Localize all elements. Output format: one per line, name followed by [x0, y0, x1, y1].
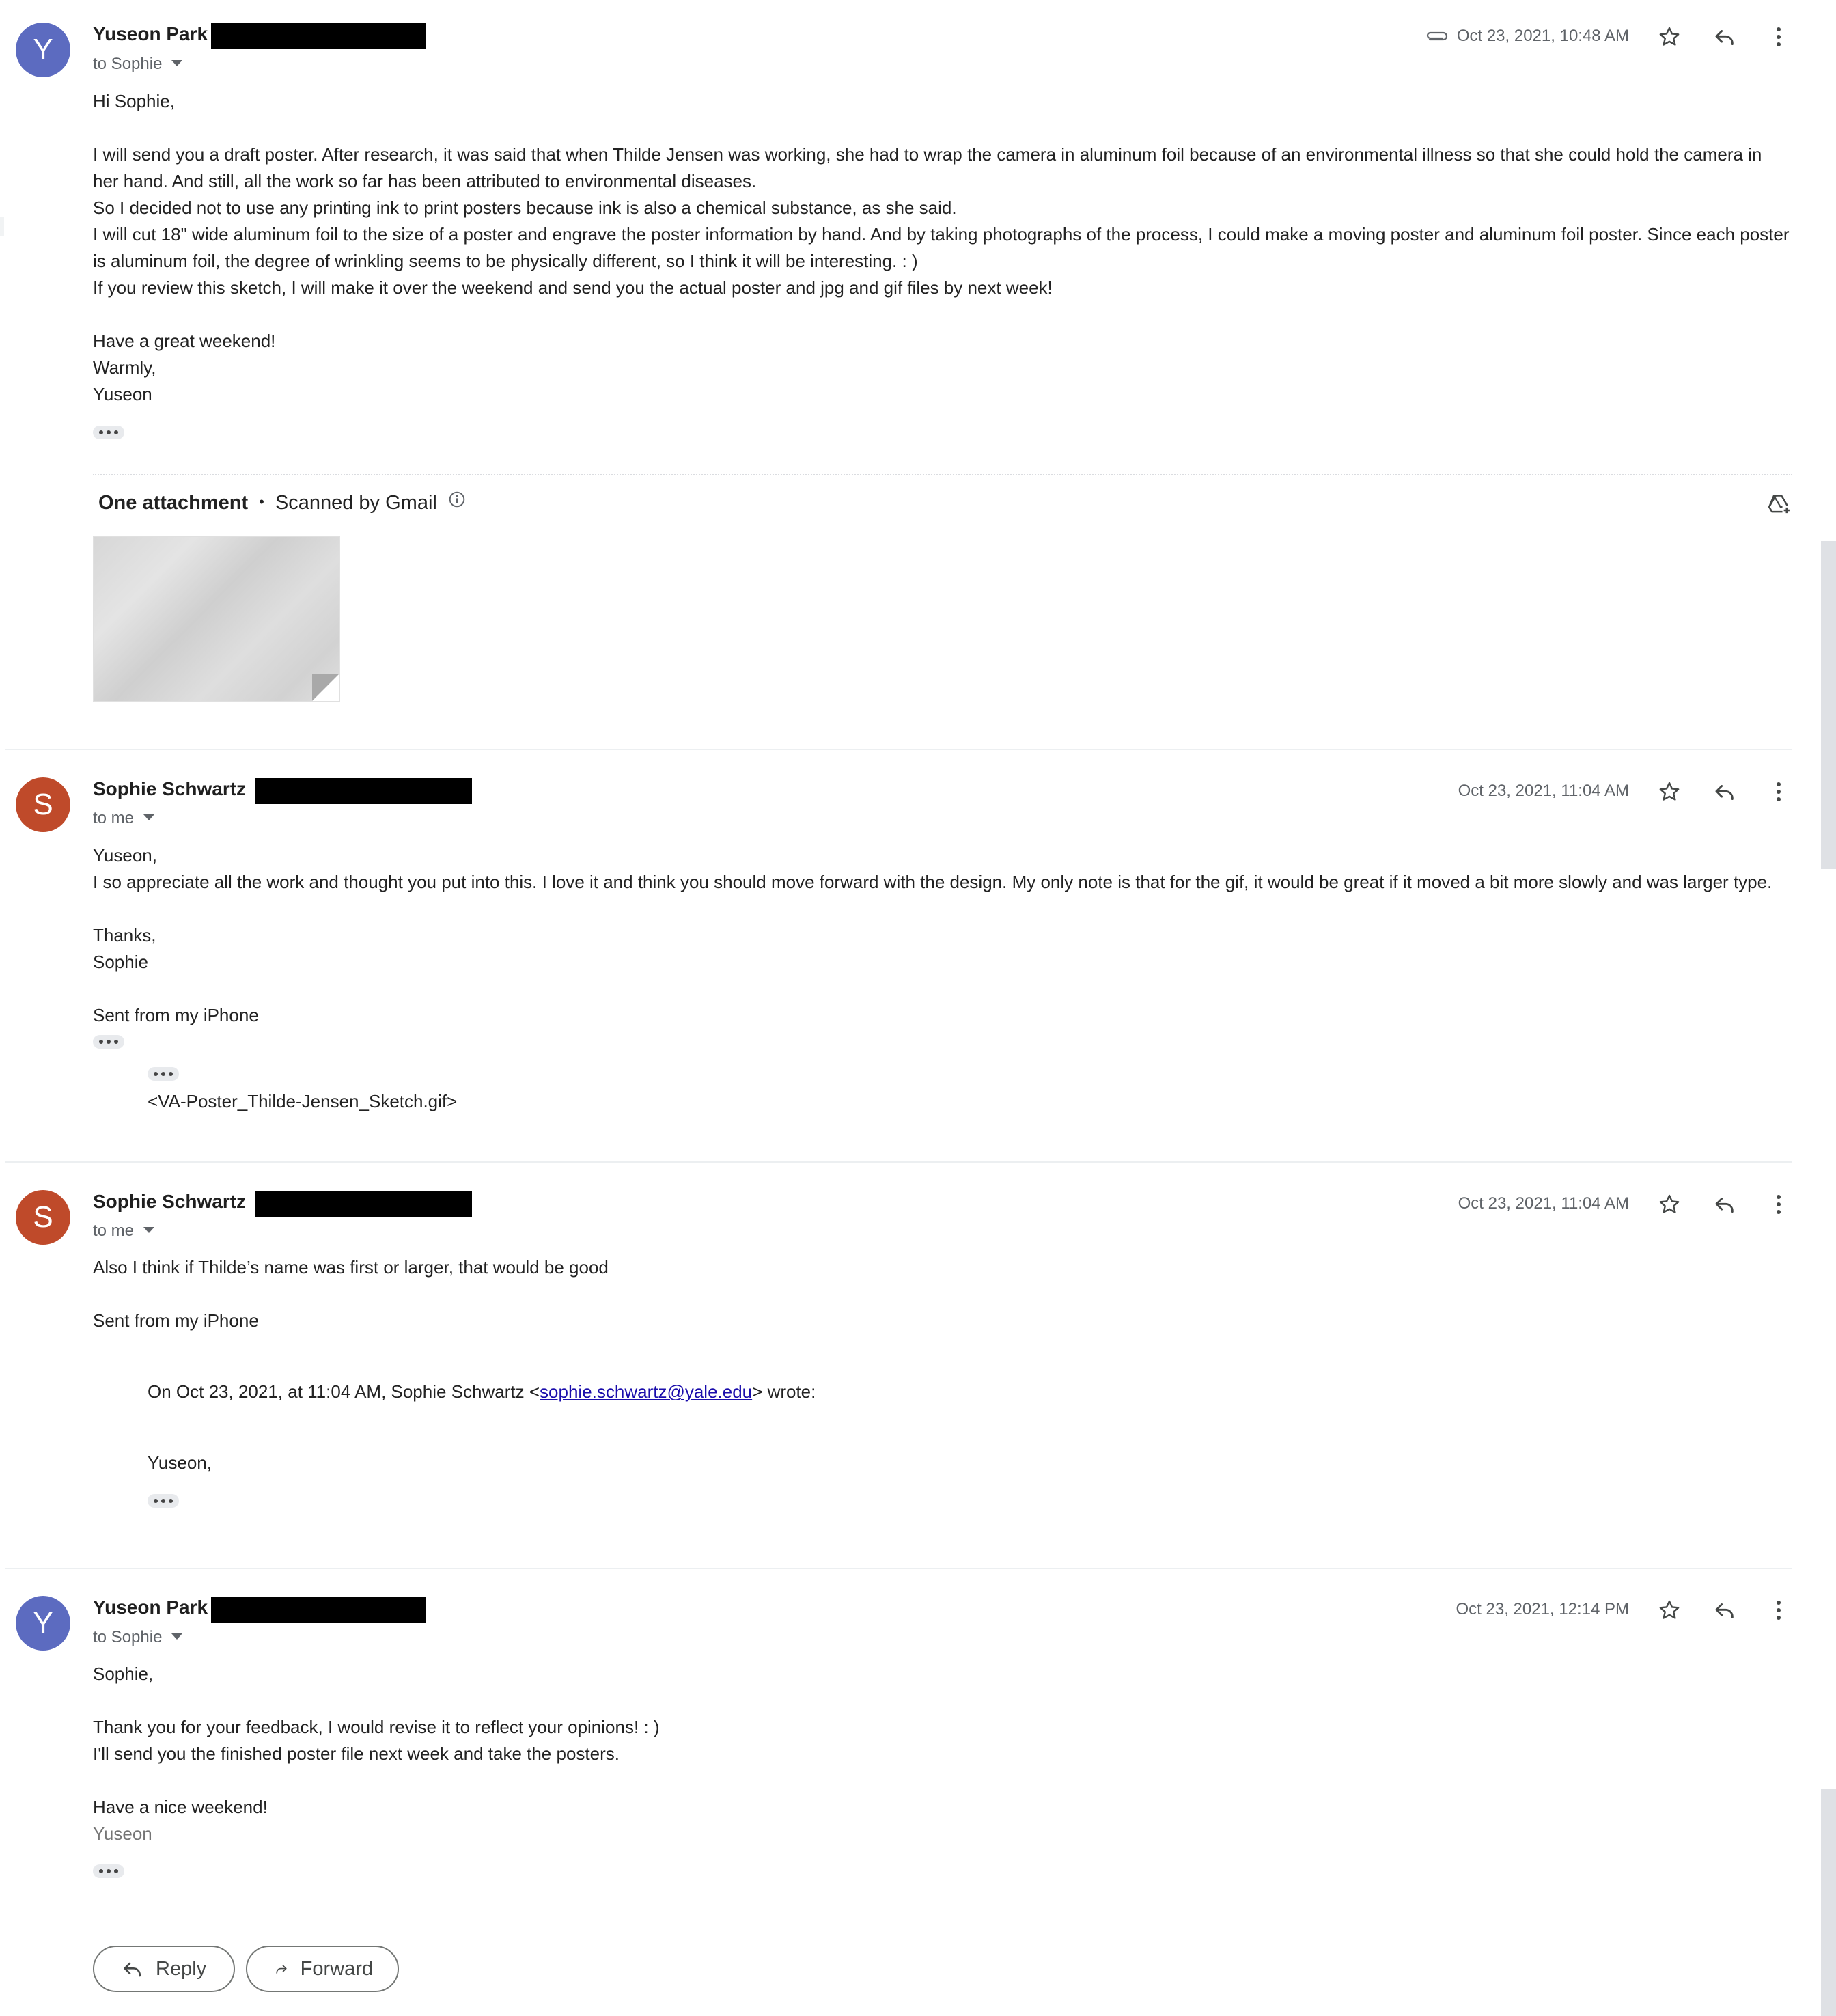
message-date: Oct 23, 2021, 10:48 AM [1456, 27, 1629, 45]
email-thread: Y Yuseon Park to Sophie Oct 23, 2021, 10… [0, 0, 1836, 2016]
avatar[interactable]: S [16, 1190, 70, 1245]
redacted-email [255, 778, 472, 804]
star-icon[interactable] [1652, 1592, 1687, 1628]
sender-name[interactable]: Yuseon Park [93, 23, 208, 45]
message-date: Oct 23, 2021, 11:04 AM [1458, 782, 1629, 800]
reply-icon[interactable] [1707, 774, 1742, 810]
attachment-thumbnail[interactable] [93, 536, 340, 702]
attachment-header: One attachment • Scanned by Gmail [98, 492, 466, 515]
chevron-down-icon[interactable] [143, 1227, 155, 1234]
star-icon[interactable] [1652, 774, 1687, 810]
message-date: Oct 23, 2021, 12:14 PM [1456, 1600, 1630, 1618]
left-edge-marker [0, 217, 4, 236]
star-icon[interactable] [1652, 19, 1687, 55]
sender-name[interactable]: Sophie Schwartz [93, 778, 246, 800]
more-options-icon[interactable] [1761, 1592, 1796, 1628]
quoted-attachment-name: <VA-Poster_Thilde-Jensen_Sketch.gif> [148, 1091, 458, 1111]
show-trimmed-content-button[interactable] [93, 1035, 124, 1049]
show-trimmed-content-button[interactable] [148, 1494, 179, 1508]
redacted-email [211, 23, 426, 49]
reply-icon[interactable] [1707, 19, 1742, 55]
redacted-email [255, 1191, 472, 1217]
message-body: Hi Sophie, I will send you a draft poste… [93, 91, 1790, 404]
message-divider [5, 749, 1792, 750]
show-trimmed-content-button[interactable] [93, 426, 124, 439]
avatar[interactable]: S [16, 777, 70, 832]
avatar[interactable]: Y [16, 23, 70, 77]
message-body: Yuseon, I so appreciate all the work and… [93, 845, 1772, 1025]
attachment-count: One attachment [98, 492, 249, 514]
recipient-details[interactable]: to me [93, 1221, 155, 1241]
message-date: Oct 23, 2021, 11:04 AM [1458, 1194, 1629, 1213]
attachment-divider [93, 474, 1792, 475]
paperclip-icon [1423, 19, 1452, 55]
scrollbar-thumb[interactable] [1821, 541, 1836, 869]
message-divider [5, 1161, 1792, 1163]
show-trimmed-content-button[interactable] [93, 1864, 124, 1878]
message-body: Also I think if Thilde’s name was first … [93, 1257, 609, 1331]
message-body: Sophie, Thank you for your feedback, I w… [93, 1661, 660, 1847]
signature: Yuseon [93, 1823, 152, 1844]
forward-icon [276, 1965, 287, 1974]
forward-button[interactable]: Forward [246, 1946, 399, 1992]
chevron-down-icon[interactable] [171, 1633, 183, 1640]
redacted-email [211, 1597, 426, 1623]
reply-icon [124, 1962, 141, 1977]
chevron-down-icon[interactable] [171, 60, 183, 67]
reply-button[interactable]: Reply [93, 1946, 235, 1992]
quote-header: On Oct 23, 2021, at 11:04 AM, Sophie Sch… [148, 1381, 816, 1402]
star-icon[interactable] [1652, 1187, 1687, 1222]
avatar[interactable]: Y [16, 1596, 70, 1651]
reply-icon[interactable] [1707, 1187, 1742, 1222]
page-fold [312, 674, 339, 701]
add-to-drive-icon[interactable] [1761, 486, 1796, 522]
reply-icon[interactable] [1707, 1592, 1742, 1628]
sender-name[interactable]: Sophie Schwartz [93, 1191, 246, 1213]
message-divider [5, 1568, 1792, 1569]
chevron-down-icon[interactable] [143, 814, 155, 821]
scrollbar-thumb[interactable] [1821, 1789, 1836, 2016]
recipient-details[interactable]: to me [93, 809, 155, 828]
recipient-details[interactable]: to Sophie [93, 1628, 183, 1647]
email-link[interactable]: sophie.schwartz@yale.edu [540, 1381, 752, 1402]
more-options-icon[interactable] [1761, 1187, 1796, 1222]
more-options-icon[interactable] [1761, 774, 1796, 810]
show-trimmed-content-button[interactable] [148, 1067, 179, 1081]
recipient-details[interactable]: to Sophie [93, 55, 183, 74]
info-icon[interactable] [448, 491, 466, 514]
more-options-icon[interactable] [1761, 19, 1796, 55]
quoted-text: Yuseon, [148, 1452, 212, 1473]
scan-status: Scanned by Gmail [275, 492, 437, 514]
sender-name[interactable]: Yuseon Park [93, 1597, 208, 1618]
